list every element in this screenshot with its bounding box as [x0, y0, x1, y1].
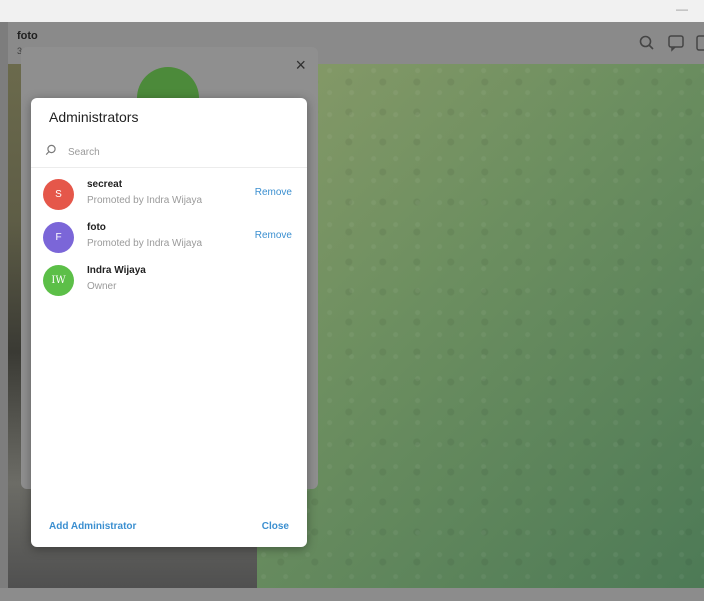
avatar: IW	[43, 265, 74, 296]
admin-role: Promoted by Indra Wijaya	[87, 195, 203, 206]
add-administrator-button[interactable]: Add Administrator	[49, 521, 136, 532]
remove-button[interactable]: Remove	[255, 187, 292, 198]
admin-row-secreat[interactable]: S secreat Promoted by Indra Wijaya Remov…	[31, 174, 307, 216]
dialog-title: Administrators	[49, 109, 139, 125]
search-input[interactable]	[66, 142, 290, 162]
admin-row-indra-wijaya[interactable]: IW Indra Wijaya Owner	[31, 260, 307, 302]
remove-button[interactable]: Remove	[255, 230, 292, 241]
administrators-dialog: Administrators S secreat Promoted by Ind…	[31, 98, 307, 547]
search-icon	[45, 144, 56, 156]
admin-row-foto[interactable]: F foto Promoted by Indra Wijaya Remove	[31, 217, 307, 259]
admin-name: foto	[87, 222, 106, 233]
admin-role: Owner	[87, 281, 117, 292]
admin-name: Indra Wijaya	[87, 265, 146, 276]
close-button[interactable]: Close	[262, 521, 289, 532]
admin-name: secreat	[87, 179, 123, 190]
admin-role: Promoted by Indra Wijaya	[87, 238, 203, 249]
avatar: F	[43, 222, 74, 253]
search-row	[31, 140, 307, 168]
avatar: S	[43, 179, 74, 210]
